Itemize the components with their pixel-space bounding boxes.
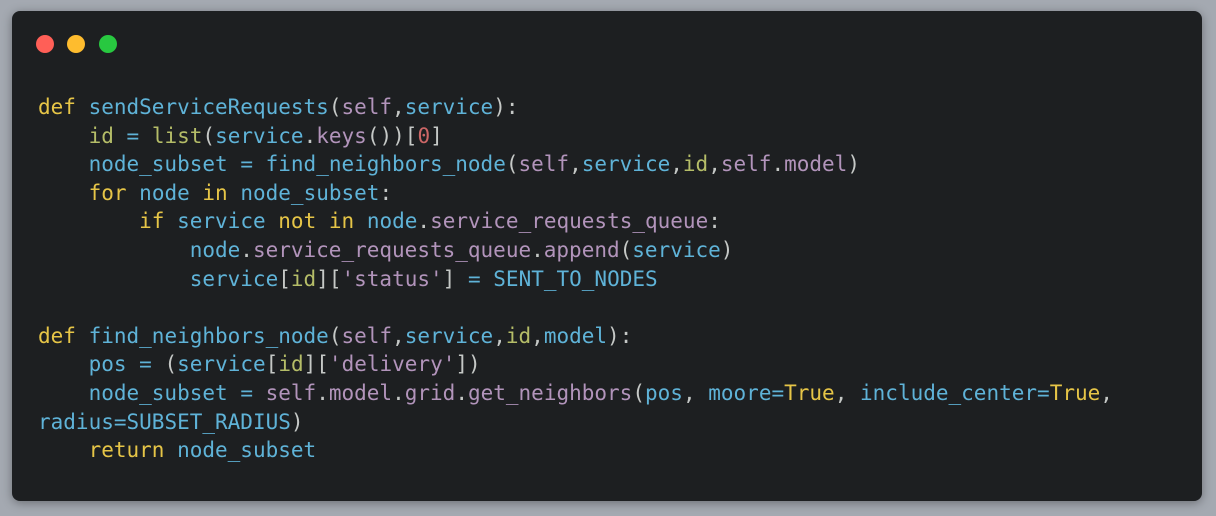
- code-line: ​: [38, 293, 1113, 322]
- code-line: node_subset = find_neighbors_node(self,s…: [88, 152, 860, 177]
- code-block: def sendServiceRequests(self,service): i…: [38, 93, 1113, 465]
- code-line: pos = (service[id]['delivery']): [88, 352, 481, 377]
- code-line: node_subset = self.model.grid.get_neighb…: [88, 380, 1113, 405]
- code-line: if service not in node.service_requests_…: [139, 209, 721, 234]
- code-window: def sendServiceRequests(self,service): i…: [12, 11, 1202, 501]
- code-line: def find_neighbors_node(self,service,id,…: [38, 323, 633, 348]
- minimize-dot-icon[interactable]: [67, 35, 85, 53]
- code-line: service[id]['status'] = SENT_TO_NODES: [189, 266, 658, 291]
- code-line: id = list(service.keys())[0]: [88, 123, 443, 148]
- code-line: radius=SUBSET_RADIUS): [38, 409, 304, 434]
- code-line: return node_subset: [88, 438, 317, 463]
- code-line: def sendServiceRequests(self,service):: [38, 95, 519, 119]
- maximize-dot-icon[interactable]: [99, 35, 117, 53]
- code-line: for node in node_subset:: [88, 180, 393, 205]
- close-dot-icon[interactable]: [36, 35, 54, 53]
- code-line: node.service_requests_queue.append(servi…: [189, 237, 734, 262]
